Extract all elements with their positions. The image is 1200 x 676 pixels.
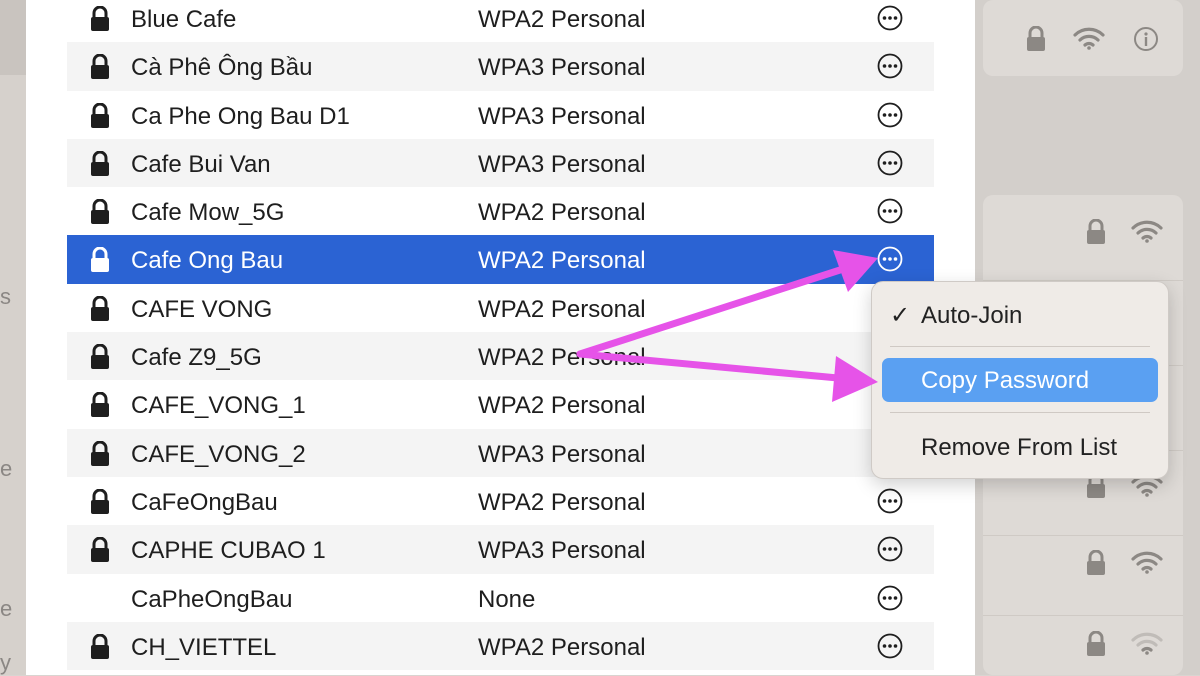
background-text-fragment: s bbox=[0, 284, 11, 309]
menu-item-copy-password[interactable]: Copy Password bbox=[882, 358, 1158, 402]
more-options-button[interactable] bbox=[877, 633, 903, 659]
network-name: CaPheOngBau bbox=[131, 585, 293, 613]
network-row[interactable]: Ca Phe Ong Bau D1 WPA3 Personal bbox=[67, 91, 934, 139]
network-security: WPA3 Personal bbox=[478, 150, 646, 178]
menu-item-label: Auto-Join bbox=[921, 302, 1023, 329]
lock-icon bbox=[89, 391, 111, 418]
network-security: WPA2 Personal bbox=[478, 6, 646, 33]
lock-icon bbox=[89, 295, 111, 322]
lock-icon bbox=[89, 633, 111, 660]
more-options-button[interactable] bbox=[877, 488, 903, 514]
lock-icon bbox=[89, 198, 111, 225]
wifi-icon bbox=[1131, 632, 1163, 655]
menu-divider bbox=[890, 412, 1150, 413]
background-sidebar-strip bbox=[0, 0, 26, 75]
background-network-card bbox=[983, 0, 1183, 76]
network-row[interactable]: CAPHE CUBAO 1 WPA3 Personal bbox=[67, 525, 934, 574]
network-name: CH_VIETTEL bbox=[131, 633, 277, 661]
more-options-button[interactable] bbox=[877, 585, 903, 611]
lock-icon bbox=[1087, 550, 1105, 575]
network-name: CAPHE CUBAO 1 bbox=[131, 537, 326, 565]
network-row[interactable]: CAFE VONG WPA2 Personal bbox=[67, 284, 934, 332]
network-name: Cafe Mow_5G bbox=[131, 199, 285, 227]
wifi-icon bbox=[1131, 220, 1163, 243]
menu-divider bbox=[890, 346, 1150, 347]
lock-icon bbox=[1087, 631, 1105, 656]
network-security: WPA3 Personal bbox=[478, 54, 646, 82]
network-name: CAFE_VONG_1 bbox=[131, 392, 306, 420]
network-security: WPA3 Personal bbox=[478, 537, 646, 565]
network-security: WPA2 Personal bbox=[478, 633, 646, 661]
network-row-selected[interactable]: Cafe Ong Bau WPA2 Personal bbox=[67, 235, 934, 284]
more-options-button[interactable] bbox=[877, 246, 903, 272]
network-security: WPA2 Personal bbox=[478, 488, 646, 516]
lock-icon bbox=[89, 150, 111, 177]
menu-item-remove-from-list[interactable]: Remove From List bbox=[882, 425, 1158, 469]
network-security: WPA2 Personal bbox=[478, 295, 646, 323]
network-row[interactable]: CAFE_VONG_1 WPA2 Personal bbox=[67, 380, 934, 428]
network-name: Cà Phê Ông Bầu bbox=[131, 54, 313, 82]
network-name: Blue Cafe bbox=[131, 6, 237, 33]
known-networks-list: Blue Cafe WPA2 Personal Cà Phê Ông Bầu WPA3… bbox=[67, 0, 934, 671]
lock-icon bbox=[89, 53, 111, 80]
lock-icon bbox=[89, 536, 111, 563]
network-name: CaFeOngBau bbox=[131, 488, 278, 516]
network-row[interactable]: Cafe Z9_5G WPA2 Personal bbox=[67, 332, 934, 381]
network-security: WPA3 Personal bbox=[478, 102, 646, 130]
known-networks-sheet: Blue Cafe WPA2 Personal Cà Phê Ông Bầu WPA3… bbox=[26, 0, 975, 675]
network-row[interactable]: Cafe Mow_5G WPA2 Personal bbox=[67, 187, 934, 235]
network-row[interactable]: Blue Cafe WPA2 Personal bbox=[67, 0, 934, 42]
network-security: WPA2 Personal bbox=[478, 247, 646, 275]
network-row[interactable]: CAFE_VONG_2 WPA3 Personal bbox=[67, 428, 934, 477]
lock-icon bbox=[89, 247, 111, 273]
network-security: WPA3 Personal bbox=[478, 440, 646, 468]
network-security: WPA2 Personal bbox=[478, 344, 646, 372]
menu-item-label: Remove From List bbox=[921, 434, 1118, 461]
wifi-icon bbox=[1131, 551, 1163, 574]
background-text-fragment: e bbox=[0, 596, 13, 621]
wifi-icon bbox=[1073, 27, 1105, 50]
lock-icon bbox=[89, 488, 111, 515]
more-options-button[interactable] bbox=[877, 5, 903, 31]
background-text-fragment: y bbox=[0, 650, 11, 675]
lock-icon bbox=[1027, 26, 1045, 51]
menu-item-auto-join[interactable]: ✓ Auto-Join bbox=[882, 293, 1158, 337]
network-security: WPA2 Personal bbox=[478, 199, 646, 227]
network-row[interactable]: CaFeOngBau WPA2 Personal bbox=[67, 477, 934, 525]
more-options-button[interactable] bbox=[877, 198, 903, 224]
network-context-menu: ✓ Auto-Join Copy Password Remove From Li… bbox=[871, 281, 1169, 479]
network-name: CAFE_VONG_2 bbox=[131, 440, 306, 468]
lock-icon bbox=[1087, 219, 1105, 244]
more-options-button[interactable] bbox=[877, 536, 903, 562]
network-security: None bbox=[478, 585, 536, 613]
network-name: CAFE VONG bbox=[131, 295, 273, 323]
background-window-left: s e e y bbox=[0, 0, 26, 675]
menu-item-label: Copy Password bbox=[921, 367, 1090, 394]
info-icon bbox=[1134, 27, 1158, 51]
network-name: Cafe Ong Bau bbox=[131, 247, 284, 275]
lock-icon bbox=[89, 102, 111, 129]
lock-icon bbox=[89, 5, 111, 32]
background-text-fragment: e bbox=[0, 456, 13, 481]
lock-icon bbox=[89, 440, 111, 467]
network-row[interactable]: CH_VIETTEL WPA2 Personal bbox=[67, 621, 934, 671]
network-name: Cafe Z9_5G bbox=[131, 344, 262, 372]
more-options-button[interactable] bbox=[877, 150, 903, 176]
network-name: Ca Phe Ong Bau D1 bbox=[131, 102, 350, 130]
more-options-button[interactable] bbox=[877, 102, 903, 128]
lock-icon bbox=[89, 343, 111, 370]
network-row[interactable]: Cafe Bui Van WPA3 Personal bbox=[67, 138, 934, 188]
network-security: WPA2 Personal bbox=[478, 392, 646, 420]
more-options-button[interactable] bbox=[877, 53, 903, 79]
network-row[interactable]: Cà Phê Ông Bầu WPA3 Personal bbox=[67, 42, 934, 91]
network-name: Cafe Bui Van bbox=[131, 150, 271, 178]
network-row[interactable]: CaPheOngBau None bbox=[67, 574, 934, 622]
checkmark-icon: ✓ bbox=[890, 302, 911, 329]
